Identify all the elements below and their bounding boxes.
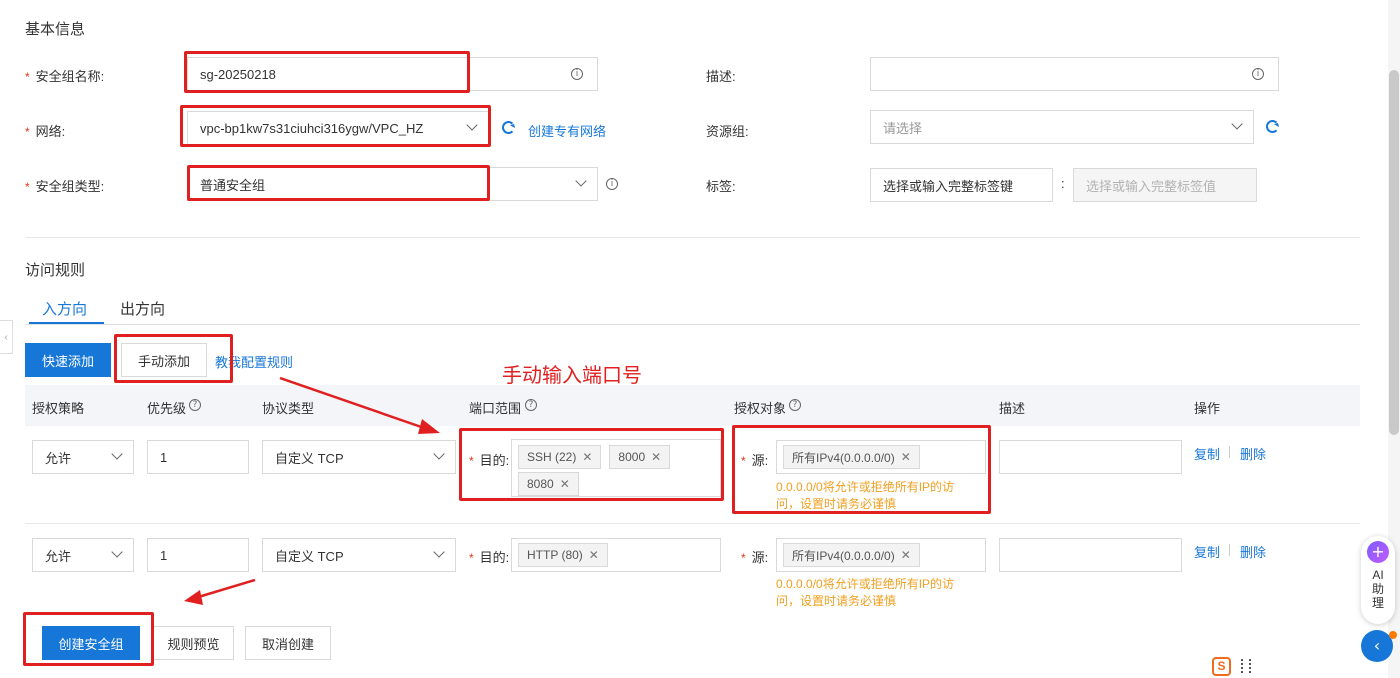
annotation-arrows: [184, 376, 440, 605]
arrow-head: [418, 419, 440, 434]
ime-toolbar-icon[interactable]: [1241, 659, 1251, 673]
notification-dot: [1389, 631, 1397, 639]
ai-assistant-label: AI 助理: [1371, 568, 1384, 610]
annotation-arrow: [194, 578, 256, 600]
collapse-sidebar-handle[interactable]: ‹: [0, 320, 13, 354]
annotation-arrow: [279, 376, 431, 432]
plus-icon: +: [1367, 541, 1389, 563]
ime-logo-icon: S: [1212, 657, 1231, 676]
scrollbar-thumb[interactable]: [1389, 70, 1399, 435]
arrow-head: [184, 590, 203, 605]
ai-assistant-button[interactable]: + AI 助理: [1361, 536, 1395, 624]
